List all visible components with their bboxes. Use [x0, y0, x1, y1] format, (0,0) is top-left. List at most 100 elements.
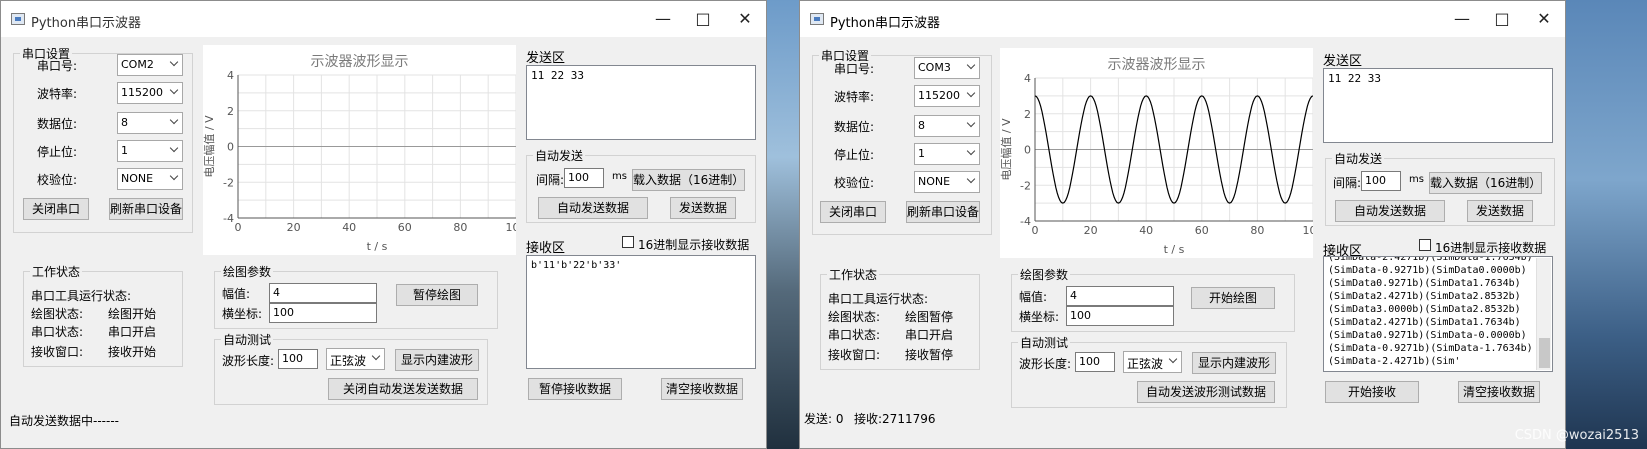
- x-tick-label: 20: [287, 221, 301, 234]
- close-port-button[interactable]: 关闭串口: [23, 198, 89, 220]
- wave-length-input[interactable]: 100: [1075, 352, 1115, 372]
- wave-type-select[interactable]: 正弦波: [326, 348, 385, 370]
- data-bits-label: 数据位:: [834, 120, 875, 134]
- wave-type-value: 正弦波: [1127, 357, 1164, 371]
- receive-window-value: 接收暂停: [905, 348, 954, 362]
- receive-scrollbar[interactable]: [1536, 258, 1551, 370]
- interval-input[interactable]: 100: [1361, 171, 1401, 191]
- x-tick-label: 80: [453, 221, 467, 234]
- receive-area-label: 接收区: [526, 241, 566, 256]
- refresh-ports-button[interactable]: 刷新串口设备: [109, 198, 183, 220]
- data-bits-label: 数据位:: [37, 117, 78, 131]
- window-title: Python串口示波器: [31, 16, 142, 31]
- receive-line: (SimData0.9271b)(SimData1.7634b): [1328, 278, 1521, 289]
- data-bits-select[interactable]: 8: [914, 115, 980, 137]
- send-textarea[interactable]: 11 22 33: [526, 65, 756, 140]
- receive-line: (SimData0.9271b)(SimData-0.0000b): [1328, 330, 1527, 341]
- x-axis-input[interactable]: 100: [269, 303, 377, 323]
- y-axis-label: 电压幅值 / V: [203, 115, 216, 178]
- receive-textarea[interactable]: b'11'b'22'b'33': [526, 255, 756, 369]
- maximize-icon[interactable]: □: [1490, 9, 1514, 29]
- baud-select[interactable]: 115200: [914, 85, 980, 107]
- send-button[interactable]: 发送数据: [1467, 200, 1533, 222]
- refresh-ports-button[interactable]: 刷新串口设备: [906, 201, 980, 223]
- baud-label: 波特率:: [834, 90, 875, 104]
- title-bar[interactable]: Python串口示波器 — □ ✕: [1, 1, 766, 37]
- x-axis-label: 横坐标:: [222, 307, 263, 321]
- plot-title: 示波器波形显示: [310, 54, 409, 70]
- port-select[interactable]: COM3: [914, 57, 980, 79]
- waveform-plot: 示波器波形显示 020406080100420-2-4t / s电压幅值 / V: [203, 45, 527, 255]
- baud-select[interactable]: 115200: [117, 82, 183, 104]
- clear-receive-button[interactable]: 清空接收数据: [1458, 381, 1540, 403]
- receive-line: (SimData2.4271b)(SimData2.8532b): [1328, 291, 1521, 302]
- interval-input[interactable]: 100: [564, 168, 604, 188]
- waveform-plot: 示波器波形显示 020406080100420-2-4t / s电压幅值 / V: [1000, 48, 1324, 258]
- stop-bits-select[interactable]: 1: [914, 143, 980, 165]
- load-hex-button[interactable]: 载入数据（16进制）: [632, 169, 745, 191]
- y-tick-label: -2: [1020, 179, 1031, 192]
- title-bar[interactable]: Python串口示波器 — □ ✕: [800, 1, 1565, 37]
- show-builtin-wave-button[interactable]: 显示内建波形: [395, 349, 479, 371]
- clear-receive-button[interactable]: 清空接收数据: [661, 378, 743, 400]
- x-tick-label: 20: [1084, 224, 1098, 237]
- chevron-down-icon: [169, 85, 179, 95]
- auto-send-button[interactable]: 自动发送数据: [538, 197, 648, 219]
- receive-line: (SimData3.0000b)(SimData2.8532b): [1328, 304, 1521, 315]
- data-bits-value: 8: [121, 116, 128, 129]
- send-area-label: 发送区: [526, 51, 566, 66]
- chevron-down-icon: [1168, 354, 1178, 364]
- receive-window-label: 接收窗口:: [31, 345, 84, 359]
- data-bits-select[interactable]: 8: [117, 112, 183, 134]
- close-port-button[interactable]: 关闭串口: [820, 201, 886, 223]
- hex-display-checkbox[interactable]: [622, 236, 634, 248]
- x-tick-label: 40: [1139, 224, 1153, 237]
- amplitude-input[interactable]: 4: [269, 283, 377, 303]
- chevron-down-icon: [169, 171, 179, 181]
- baud-value: 115200: [918, 89, 960, 102]
- plot-title: 示波器波形显示: [1107, 57, 1206, 73]
- auto-test-data-button[interactable]: 自动发送波形测试数据: [1137, 381, 1275, 403]
- send-button[interactable]: 发送数据: [670, 197, 736, 219]
- parity-select[interactable]: NONE: [117, 168, 183, 190]
- x-tick-label: 40: [342, 221, 356, 234]
- maximize-icon[interactable]: □: [691, 9, 715, 29]
- y-tick-label: -4: [223, 212, 234, 225]
- run-status-label: 串口工具运行状态:: [31, 289, 132, 303]
- pause-receive-button[interactable]: 暂停接收数据: [528, 378, 622, 400]
- load-hex-button[interactable]: 载入数据（16进制）: [1429, 172, 1542, 194]
- scrollbar-thumb[interactable]: [1539, 338, 1550, 368]
- receive-textarea[interactable]: (SimData-2.4271b)(SimData-1.7634b) (SimD…: [1323, 256, 1553, 372]
- auto-send-button[interactable]: 自动发送数据: [1335, 200, 1445, 222]
- receive-line: (SimData-2.4271b)(SimData-1.7634b): [1328, 256, 1533, 263]
- port-value: COM2: [121, 58, 154, 71]
- x-axis-input[interactable]: 100: [1066, 306, 1174, 326]
- toggle-auto-send-button[interactable]: 关闭自动发送发送数据: [328, 378, 478, 400]
- close-icon[interactable]: ✕: [1532, 9, 1556, 29]
- start-draw-button[interactable]: 开始绘图: [1191, 287, 1275, 309]
- pause-draw-button[interactable]: 暂停绘图: [396, 284, 478, 306]
- wave-length-label: 波形长度:: [1019, 357, 1072, 371]
- minimize-icon[interactable]: —: [651, 9, 675, 29]
- x-axis-label: t / s: [367, 240, 388, 253]
- wave-type-select[interactable]: 正弦波: [1123, 351, 1182, 373]
- app-icon: [11, 13, 25, 25]
- start-receive-button[interactable]: 开始接收: [1325, 381, 1419, 403]
- stop-bits-select[interactable]: 1: [117, 140, 183, 162]
- chevron-down-icon: [169, 115, 179, 125]
- minimize-icon[interactable]: —: [1450, 9, 1474, 29]
- port-select[interactable]: COM2: [117, 54, 183, 76]
- interval-label: 间隔:: [536, 173, 565, 187]
- amplitude-input[interactable]: 4: [1066, 286, 1174, 306]
- wave-length-input[interactable]: 100: [278, 349, 318, 369]
- show-builtin-wave-button[interactable]: 显示内建波形: [1192, 352, 1276, 374]
- app-icon: [810, 13, 824, 25]
- y-tick-label: -2: [223, 176, 234, 189]
- parity-select[interactable]: NONE: [914, 171, 980, 193]
- hex-display-checkbox[interactable]: [1419, 239, 1431, 251]
- interval-unit: ms: [612, 171, 627, 182]
- close-icon[interactable]: ✕: [733, 9, 757, 29]
- send-textarea[interactable]: 11 22 33: [1323, 68, 1553, 143]
- y-axis-label: 电压幅值 / V: [1000, 118, 1013, 181]
- x-tick-label: 60: [1195, 224, 1209, 237]
